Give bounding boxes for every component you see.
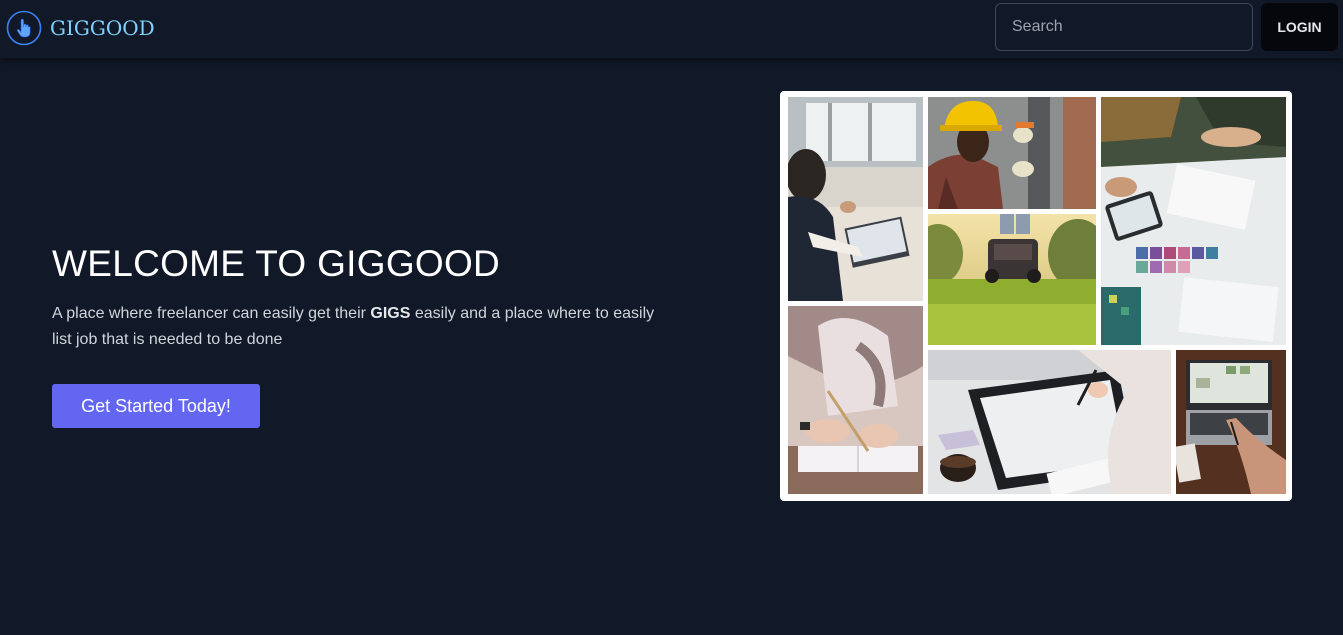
brand-link[interactable]: GIGGOOD <box>6 9 155 47</box>
hero-description: A place where freelancer can easily get … <box>52 301 672 353</box>
search-input[interactable] <box>995 3 1253 51</box>
writing-notebook-photo <box>788 306 923 494</box>
brand-name: GIGGOOD <box>50 16 155 40</box>
woman-with-laptop-photo <box>788 97 923 301</box>
login-button[interactable]: LOGIN <box>1261 3 1338 51</box>
hand-pointer-icon <box>6 10 42 46</box>
photo-collage <box>780 91 1292 501</box>
drawing-tablet-photo <box>928 350 1171 494</box>
navbar: GIGGOOD LOGIN <box>0 0 1343 58</box>
electrician-photo <box>928 97 1096 209</box>
hero-title: WELCOME TO GIGGOOD <box>52 243 501 284</box>
get-started-button[interactable]: Get Started Today! <box>52 384 260 428</box>
lawn-mowing-photo <box>928 214 1096 345</box>
laptop-desk-photo <box>1176 350 1286 494</box>
hero-text-before: A place where freelancer can easily get … <box>52 305 371 322</box>
hero-text-bold: GIGS <box>370 305 411 322</box>
design-meeting-photo <box>1101 97 1286 345</box>
